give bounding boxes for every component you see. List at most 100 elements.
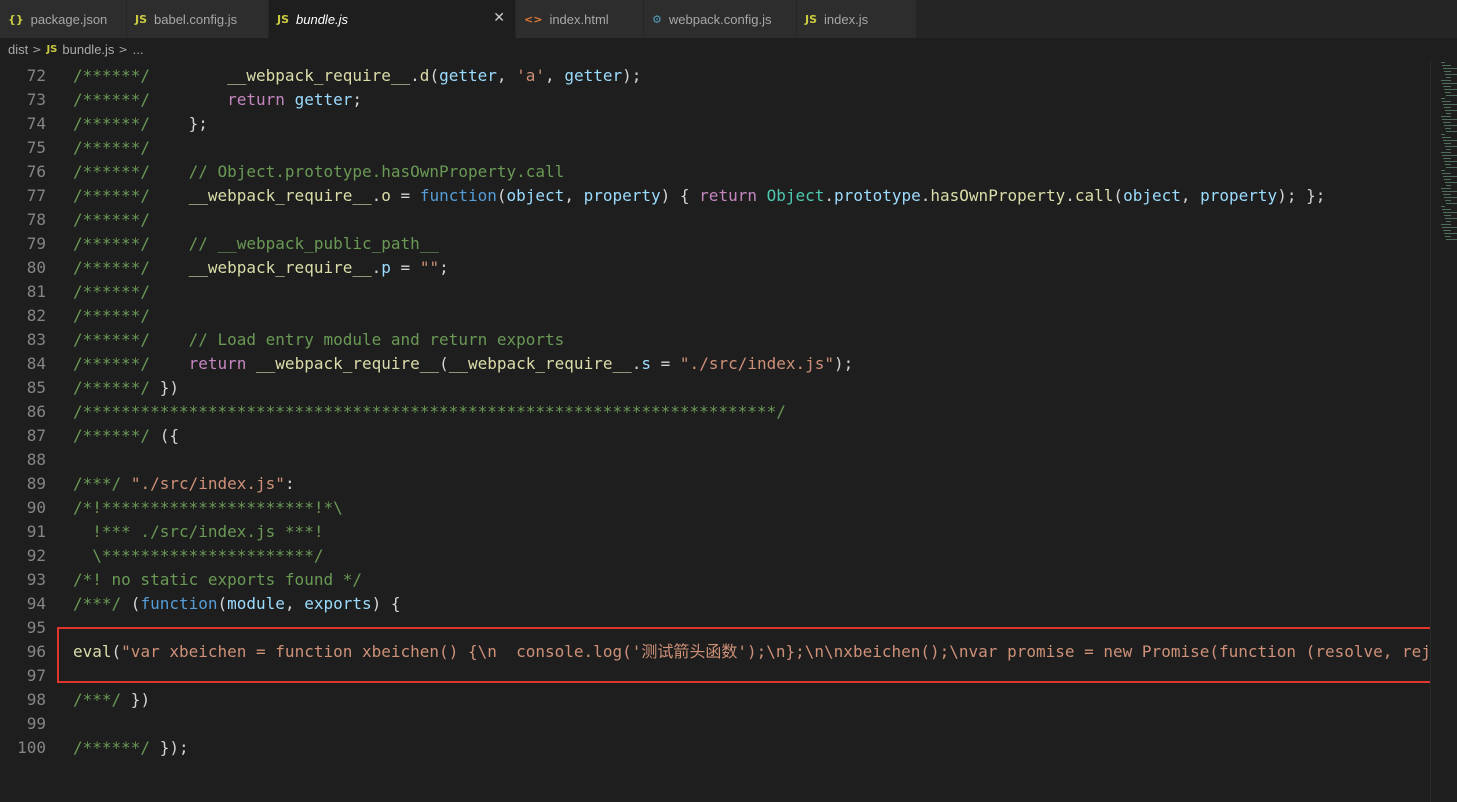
code-line[interactable]: 81 /******/: [0, 280, 1430, 304]
code-text: /***************************************…: [73, 402, 786, 421]
code-line[interactable]: 99: [0, 712, 1430, 736]
minimap-line: [1444, 197, 1457, 198]
tab-label: index.js: [824, 11, 869, 27]
code-editor[interactable]: 72 /******/ __webpack_require__.d(getter,…: [0, 60, 1430, 802]
minimap-line: [1443, 212, 1457, 213]
minimap-line: [1444, 89, 1457, 90]
code-text: /***/ }): [73, 690, 151, 709]
minimap-line: [1442, 173, 1451, 174]
minimap-line: [1441, 188, 1451, 189]
line-number: 93: [26, 570, 46, 589]
code-text: /******/ // __webpack_public_path__: [73, 234, 440, 253]
editor-tab-bar: {} package.json JS babel.config.js JS bundle.…: [0, 0, 1457, 38]
code-text: /******/ return __webpack_require__(__we…: [73, 354, 854, 373]
minimap-line: [1446, 95, 1457, 96]
minimap-line: [1445, 128, 1451, 129]
minimap-line: [1443, 230, 1451, 231]
chevron-right-icon: >: [32, 42, 42, 56]
minimap-line: [1446, 203, 1457, 204]
minimap-line: [1445, 164, 1451, 165]
minimap-line: [1443, 122, 1451, 123]
json-file-icon: {}: [8, 12, 24, 26]
js-file-icon: JS: [135, 12, 148, 26]
minimap-line: [1444, 215, 1451, 216]
minimap-line: [1445, 236, 1451, 237]
tab-index-js[interactable]: JS index.js: [797, 0, 917, 38]
minimap-line: [1441, 116, 1451, 117]
line-number: 78: [26, 210, 46, 229]
breadcrumb: dist > JS bundle.js > ...: [0, 38, 1457, 60]
minimap-line: [1446, 149, 1451, 150]
breadcrumb-file[interactable]: bundle.js: [62, 42, 114, 57]
minimap-line: [1446, 113, 1451, 114]
code-text: /******/ return getter;: [73, 90, 362, 109]
tab-bundle-js[interactable]: JS bundle.js ✕: [269, 0, 516, 38]
code-line[interactable]: 77 /******/ __webpack_require__.o = funct…: [0, 184, 1430, 208]
code-line[interactable]: 85 /******/ }): [0, 376, 1430, 400]
code-line[interactable]: 87 /******/ ({: [0, 424, 1430, 448]
minimap-line: [1445, 92, 1451, 93]
line-number: 100: [17, 738, 46, 757]
code-line[interactable]: 100 /******/ });: [0, 736, 1430, 760]
code-line[interactable]: 92 \**********************/: [0, 544, 1430, 568]
minimap-line: [1446, 221, 1451, 222]
minimap-line: [1441, 134, 1445, 135]
tab-babel-config-js[interactable]: JS babel.config.js: [127, 0, 269, 38]
minimap-line: [1443, 176, 1457, 177]
line-number: 75: [26, 138, 46, 157]
line-number: 80: [26, 258, 46, 277]
code-line[interactable]: 91 !*** ./src/index.js ***!: [0, 520, 1430, 544]
code-line[interactable]: 98 /***/ }): [0, 688, 1430, 712]
line-number: 99: [26, 714, 46, 733]
html-file-icon: <>: [524, 12, 543, 26]
code-line[interactable]: 89 /***/ "./src/index.js":: [0, 472, 1430, 496]
code-line[interactable]: 83 /******/ // Load entry module and retu…: [0, 328, 1430, 352]
minimap-line: [1444, 161, 1457, 162]
line-number: 92: [26, 546, 46, 565]
code-line[interactable]: 76 /******/ // Object.prototype.hasOwnPro…: [0, 160, 1430, 184]
tab-label: package.json: [30, 11, 108, 27]
code-text: /***/ (function(module, exports) {: [73, 594, 401, 613]
minimap-line: [1444, 143, 1451, 144]
code-line[interactable]: 86 /*************************************…: [0, 400, 1430, 424]
minimap-line: [1446, 185, 1451, 186]
code-text: !*** ./src/index.js ***!: [73, 522, 324, 541]
tab-package-json[interactable]: {} package.json: [0, 0, 127, 38]
minimap-line: [1444, 107, 1451, 108]
code-line[interactable]: 93 /*! no static exports found */: [0, 568, 1430, 592]
line-number: 91: [26, 522, 46, 541]
code-text: /******/ });: [73, 738, 189, 757]
close-icon[interactable]: ✕: [493, 10, 505, 26]
code-text: /******/ };: [73, 114, 208, 133]
code-line[interactable]: 74 /******/ };: [0, 112, 1430, 136]
breadcrumb-symbol[interactable]: ...: [133, 42, 144, 57]
js-file-icon: JS: [277, 12, 290, 26]
line-number: 86: [26, 402, 46, 421]
code-line[interactable]: 78 /******/: [0, 208, 1430, 232]
code-text: /******/: [73, 306, 151, 325]
code-line[interactable]: 75 /******/: [0, 136, 1430, 160]
code-line[interactable]: 84 /******/ return __webpack_require__(__…: [0, 352, 1430, 376]
line-number: 94: [26, 594, 46, 613]
code-line[interactable]: 73 /******/ return getter;: [0, 88, 1430, 112]
tab-index-html[interactable]: <> index.html: [516, 0, 644, 38]
tab-label: bundle.js: [296, 11, 349, 27]
code-line[interactable]: 90 /*!**********************!*\: [0, 496, 1430, 520]
breadcrumb-folder[interactable]: dist: [8, 42, 28, 57]
minimap-line: [1445, 146, 1457, 147]
minimap-line: [1445, 110, 1457, 111]
code-line[interactable]: 94 /***/ (function(module, exports) {: [0, 592, 1430, 616]
tab-webpack-config-js[interactable]: ⚙ webpack.config.js: [644, 0, 797, 38]
minimap[interactable]: [1430, 60, 1457, 802]
highlight-box: [57, 627, 1436, 683]
code-line[interactable]: 79 /******/ // __webpack_public_path__: [0, 232, 1430, 256]
minimap-line: [1441, 206, 1445, 207]
code-text: /******/ __webpack_require__.d(getter, '…: [73, 66, 642, 85]
code-line[interactable]: 82 /******/: [0, 304, 1430, 328]
code-line[interactable]: 80 /******/ __webpack_require__.p = "";: [0, 256, 1430, 280]
code-line[interactable]: 72 /******/ __webpack_require__.d(getter,…: [0, 64, 1430, 88]
code-text: /******/ // Load entry module and return…: [73, 330, 565, 349]
code-text: /******/ }): [73, 378, 179, 397]
minimap-line: [1445, 218, 1457, 219]
code-line[interactable]: 88: [0, 448, 1430, 472]
